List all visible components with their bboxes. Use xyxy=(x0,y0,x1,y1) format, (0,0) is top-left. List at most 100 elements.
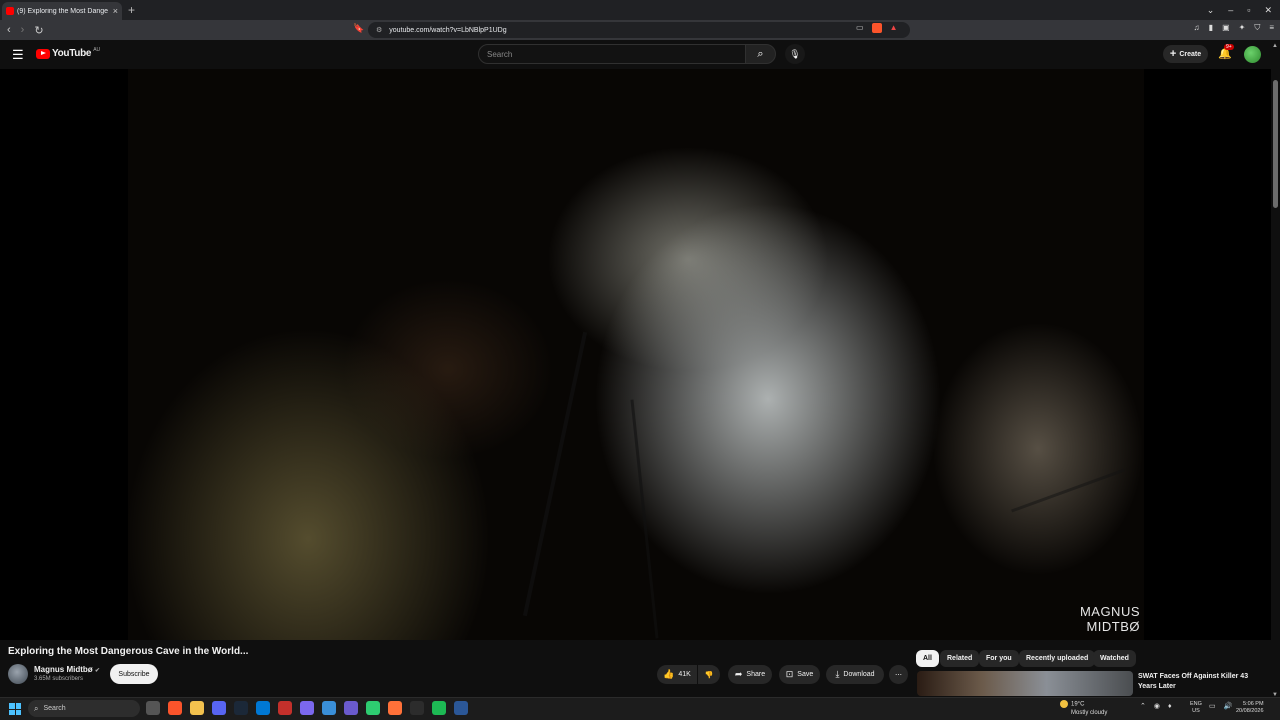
browser-menu-icon[interactable]: ≡ xyxy=(1269,23,1274,33)
download-label: Download xyxy=(843,671,875,678)
chip-recently-uploaded[interactable]: Recently uploaded xyxy=(1019,650,1096,667)
page-scrollbar[interactable]: ▲ ▼ xyxy=(1271,40,1280,700)
file-explorer-icon[interactable] xyxy=(190,701,204,715)
logo-text: YouTube xyxy=(52,48,92,59)
guide-menu-icon[interactable]: ☰ xyxy=(12,47,24,63)
vpn-icon[interactable]: ⛉ xyxy=(1254,23,1260,33)
task-view-icon[interactable] xyxy=(146,701,160,715)
terminal-icon[interactable] xyxy=(410,701,424,715)
taskbar-apps xyxy=(146,701,468,715)
scrollbar-thumb[interactable] xyxy=(1273,80,1278,208)
recommended-video-title[interactable]: SWAT Faces Off Against Killer 43 Years L… xyxy=(1138,672,1268,692)
subscribe-button[interactable]: Subscribe xyxy=(110,664,158,684)
country-code: AU xyxy=(93,46,101,53)
thumbs-up-icon: 👍 xyxy=(663,669,675,679)
network-icon[interactable]: ▭ xyxy=(1209,702,1216,710)
chip-for-you[interactable]: For you xyxy=(979,650,1019,667)
account-avatar[interactable] xyxy=(1244,46,1261,63)
windows-start-icon[interactable] xyxy=(9,703,21,715)
chip-watched[interactable]: Watched xyxy=(1093,650,1136,667)
notifications-button[interactable]: 🔔 9+ xyxy=(1218,44,1234,60)
tray-app-icon[interactable]: ◉ xyxy=(1154,702,1160,710)
close-window-icon[interactable]: ✕ xyxy=(1264,5,1272,16)
channel-watermark: MAGNUS MIDTBØ xyxy=(1080,604,1140,634)
app-red-icon[interactable] xyxy=(278,701,292,715)
maximize-icon[interactable]: ▫ xyxy=(1247,5,1250,15)
discord-icon[interactable] xyxy=(212,701,226,715)
brave-shield-icon[interactable] xyxy=(871,23,882,33)
channel-name-row[interactable]: Magnus Midtbø ✔ xyxy=(34,665,100,674)
bookmark-save-icon: ⊡ xyxy=(785,669,794,679)
address-bar[interactable]: ⚙ youtube.com/watch?v=LbNBlpP1UDg xyxy=(368,22,910,38)
download-icon: ⤓ xyxy=(835,669,840,679)
video-player[interactable]: MAGNUS MIDTBØ xyxy=(0,69,1271,640)
dislike-button[interactable]: 👎 xyxy=(698,665,720,684)
temperature: 19°C xyxy=(1071,701,1085,708)
notification-badge: 9+ xyxy=(1224,44,1234,50)
back-icon[interactable]: ‹ xyxy=(7,24,11,37)
taskbar-search[interactable]: ⌕ Search xyxy=(28,700,140,717)
microphone-icon: 🎙 xyxy=(789,48,801,59)
create-button[interactable]: + Create xyxy=(1163,45,1208,63)
close-tab-icon[interactable]: × xyxy=(113,6,118,16)
channel-name[interactable]: Magnus Midtbø xyxy=(34,665,93,674)
brave-browser-icon[interactable] xyxy=(168,701,182,715)
wallet-icon[interactable]: ▣ xyxy=(1222,23,1230,33)
browser-tab[interactable]: (9) Exploring the Most Dange × xyxy=(2,2,122,20)
channel-avatar[interactable] xyxy=(8,664,28,684)
taskbar-search-label: Search xyxy=(43,705,66,712)
firefox-icon[interactable] xyxy=(388,701,402,715)
tab-search-icon[interactable]: ⌄ xyxy=(1207,5,1215,16)
sidebar-icon[interactable]: ▮ xyxy=(1209,23,1213,33)
save-button[interactable]: ⊡ Save xyxy=(779,665,820,684)
site-info-icon[interactable]: ⚙ xyxy=(376,26,382,34)
clock[interactable]: 5:06 PM 20/08/2026 xyxy=(1236,701,1264,715)
more-icon: ⋯ xyxy=(895,671,902,679)
create-label: Create xyxy=(1179,50,1202,58)
chip-all[interactable]: All xyxy=(916,650,939,667)
bookmark-icon[interactable]: 🔖 xyxy=(353,23,364,34)
window-controls: ⌄ – ▫ ✕ xyxy=(1207,0,1280,20)
weather-widget[interactable]: 19°C Mostly cloudy xyxy=(1060,700,1107,717)
steam-icon[interactable] xyxy=(234,701,248,715)
extension-icon[interactable]: ✦ xyxy=(1239,23,1246,33)
search-icon: ⌕ xyxy=(757,47,764,60)
reload-icon[interactable]: ↻ xyxy=(34,24,43,37)
weather-text: Mostly cloudy xyxy=(1071,709,1108,716)
scroll-up-icon[interactable]: ▲ xyxy=(1272,43,1278,49)
youtube-logo[interactable]: YouTube AU xyxy=(36,46,101,59)
forward-icon[interactable]: › xyxy=(21,24,25,37)
minimize-icon[interactable]: – xyxy=(1228,5,1233,15)
cast-icon[interactable]: ▭ xyxy=(856,23,864,33)
share-button[interactable]: ➦ Share xyxy=(728,665,772,684)
tray-app2-icon[interactable]: ♦ xyxy=(1168,703,1172,710)
search-button[interactable]: ⌕ xyxy=(745,44,776,64)
app-purple-icon[interactable] xyxy=(300,701,314,715)
verified-icon: ✔ xyxy=(94,668,100,674)
app-violet-icon[interactable] xyxy=(344,701,358,715)
thumbs-down-icon: 👎 xyxy=(704,671,714,679)
language-indicator[interactable]: ENG US xyxy=(1190,701,1202,715)
app-blue-icon[interactable] xyxy=(322,701,336,715)
rewards-icon[interactable]: ▲ xyxy=(890,23,898,33)
spotify-icon[interactable] xyxy=(432,701,446,715)
app-green-icon[interactable] xyxy=(366,701,380,715)
download-button[interactable]: ⤓ Download xyxy=(826,665,884,684)
plus-icon: + xyxy=(1169,48,1177,60)
search-input[interactable]: Search xyxy=(478,44,746,64)
video-frame[interactable]: MAGNUS MIDTBØ xyxy=(128,69,1144,640)
taskbar-search-icon: ⌕ xyxy=(34,703,39,713)
youtube-favicon-icon xyxy=(6,7,14,15)
tray-overflow-icon[interactable]: ⌃ xyxy=(1140,702,1146,710)
vscode-icon[interactable] xyxy=(256,701,270,715)
volume-icon[interactable]: 🔊 xyxy=(1224,702,1233,710)
app-steam-blue-icon[interactable] xyxy=(454,701,468,715)
new-tab-icon[interactable]: + xyxy=(128,3,135,17)
more-actions-button[interactable]: ⋯ xyxy=(889,665,908,684)
chip-related[interactable]: Related xyxy=(940,650,980,667)
media-icon[interactable]: ♫ xyxy=(1194,23,1200,33)
like-button[interactable]: 👍 41K xyxy=(657,665,697,684)
voice-search-button[interactable]: 🎙 xyxy=(785,44,805,64)
extensions-bar: ♫ ▮ ▣ ✦ ⛉ ≡ xyxy=(1194,23,1274,33)
recommended-video-thumbnail[interactable] xyxy=(917,671,1133,696)
